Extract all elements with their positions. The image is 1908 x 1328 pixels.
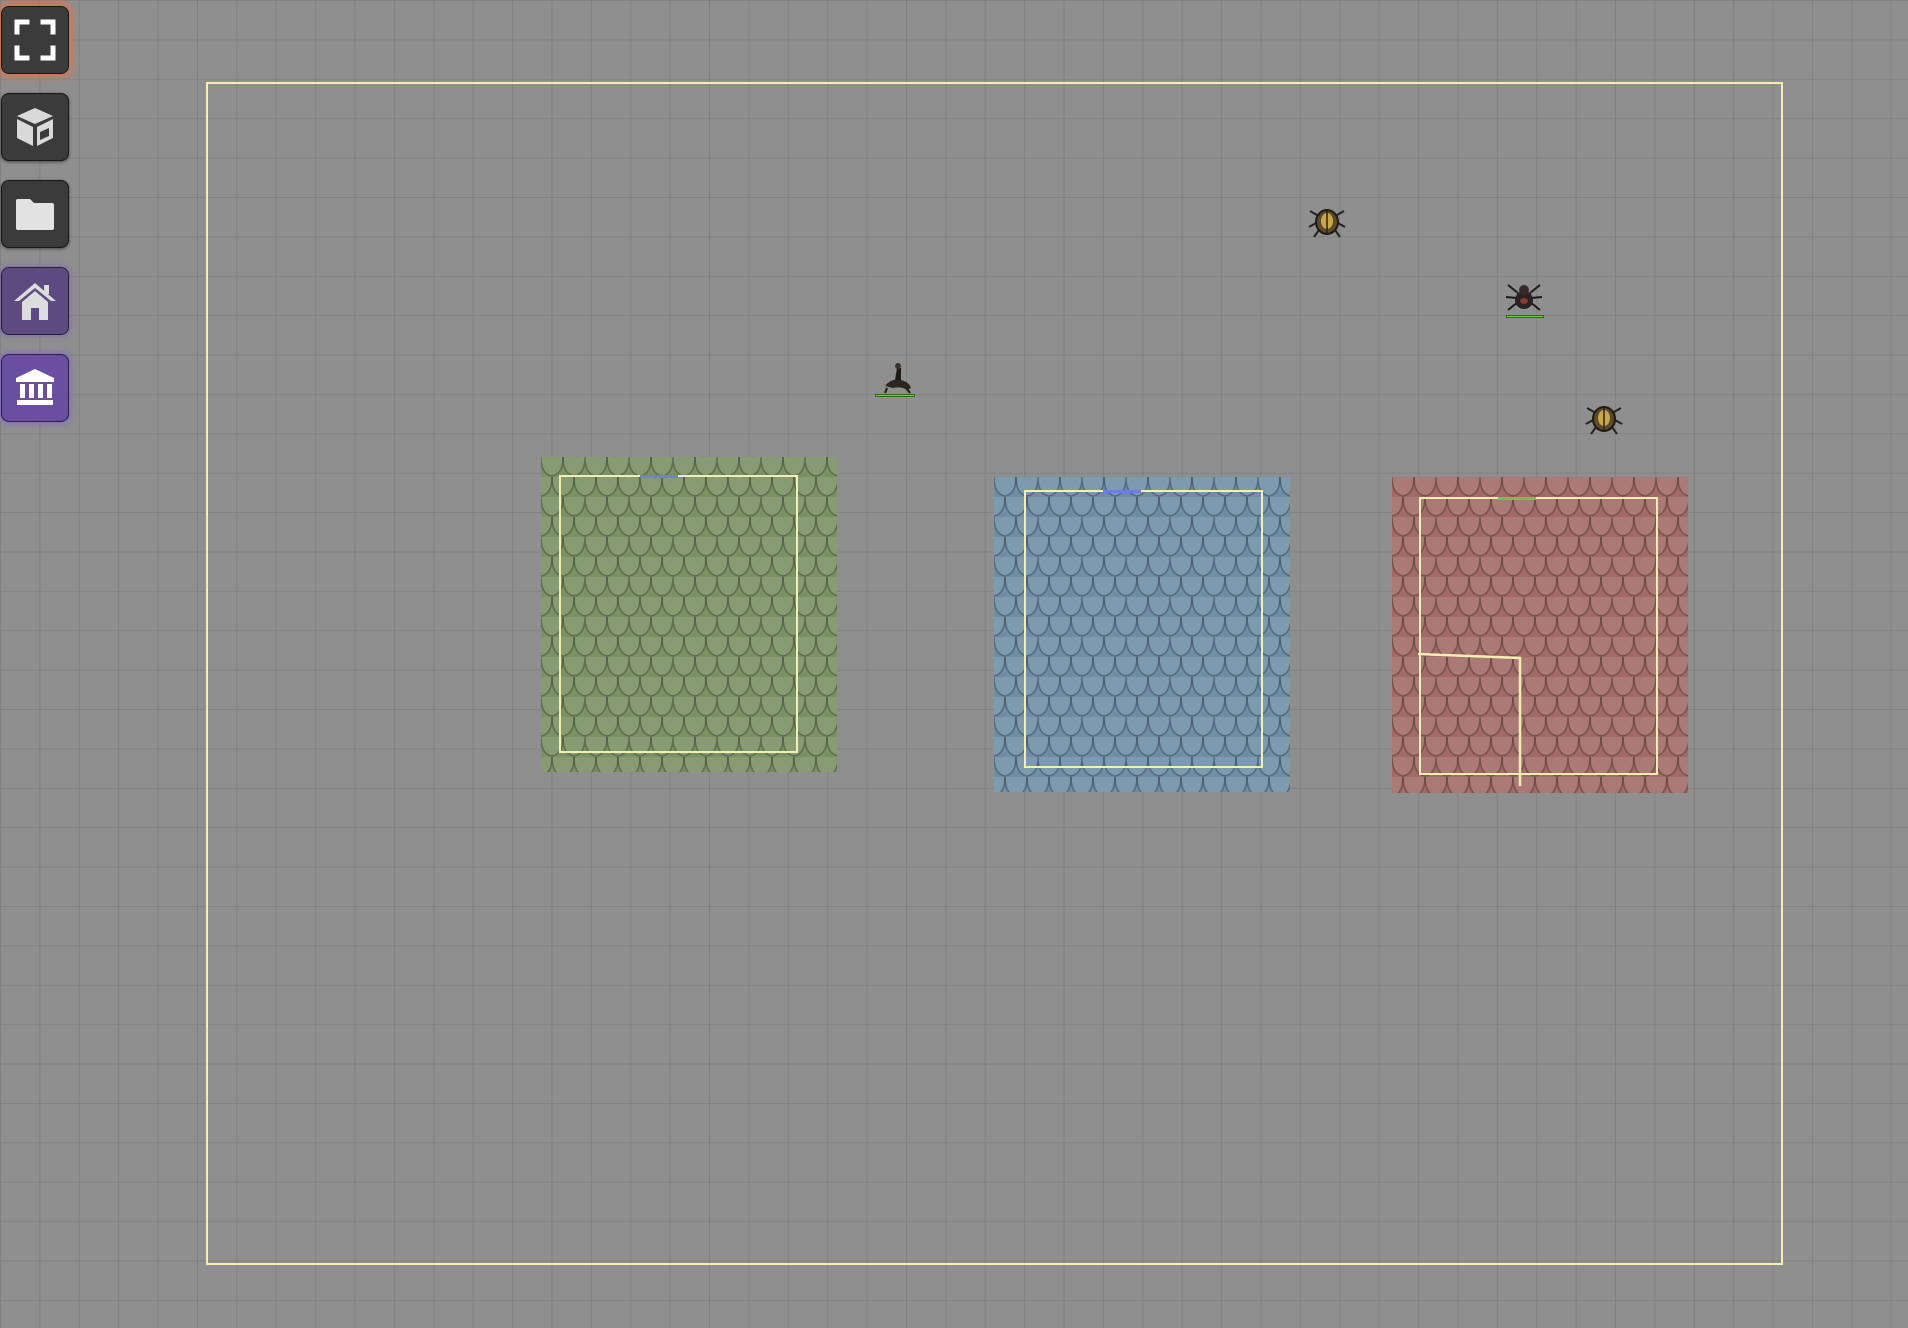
spider-icon <box>1505 284 1543 311</box>
room-blue-walls <box>1024 490 1263 768</box>
room-red-inner-wall <box>1417 652 1522 786</box>
room-green-walls <box>559 475 798 753</box>
beetle-icon <box>1585 406 1623 435</box>
spider-health-bar <box>1506 315 1544 318</box>
rider-token[interactable] <box>875 360 917 400</box>
spider-token[interactable] <box>1504 277 1544 321</box>
beetle-icon <box>1308 209 1346 238</box>
map-scene[interactable] <box>0 0 1908 1328</box>
room-red-door[interactable] <box>1498 497 1536 500</box>
beetle-token-1[interactable] <box>1307 201 1347 241</box>
beetle-token-2[interactable] <box>1584 398 1624 438</box>
rider-icon <box>884 363 911 394</box>
room-blue-door[interactable] <box>1103 490 1141 493</box>
room-green-door[interactable] <box>640 475 678 478</box>
rider-health-bar <box>875 394 915 397</box>
